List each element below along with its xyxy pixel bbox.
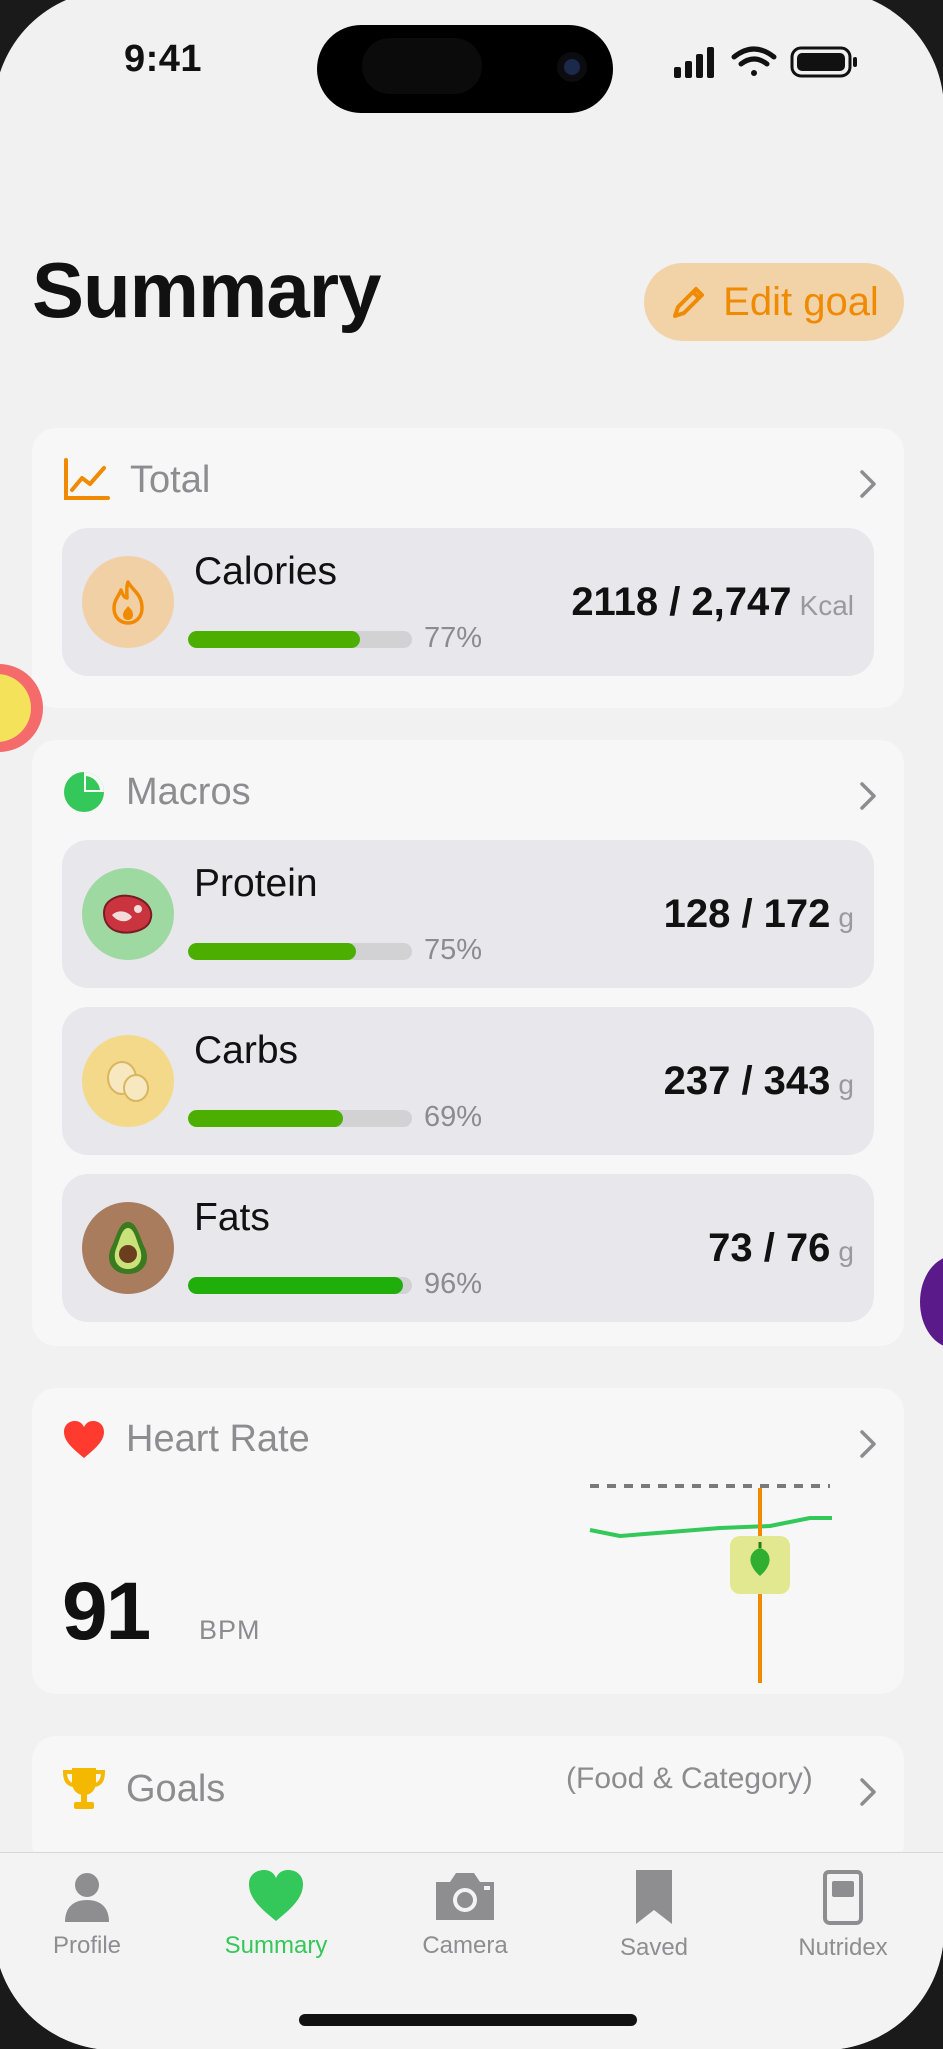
line-chart-icon [64,458,110,500]
total-title: Total [130,458,211,501]
calories-progress-fill [188,631,361,648]
protein-avatar [82,868,174,960]
carbs-row[interactable]: Carbs 69% 237 / 343 g [62,1007,874,1155]
page-title: Summary [32,246,381,334]
fats-avatar [82,1202,174,1294]
carbs-unit: g [838,1069,854,1100]
protein-value-group: 128 / 172 g [664,892,854,937]
floating-grape-icon [920,1258,943,1346]
floating-avocado-icon [0,664,43,752]
heart-rate-unit: BPM [199,1615,261,1645]
calories-unit: Kcal [799,590,854,621]
carbs-label: Carbs [194,1029,299,1072]
goals-header: Goals [62,1766,225,1812]
fats-unit: g [838,1236,854,1267]
carbs-value: 237 / 343 [663,1059,831,1103]
fats-label: Fats [194,1196,270,1239]
fats-progress [188,1277,412,1294]
tab-camera-label: Camera [422,1932,508,1959]
calories-percent: 77% [424,622,483,654]
tab-nutridex-label: Nutridex [798,1934,888,1961]
potato-icon [107,1061,149,1102]
tab-camera[interactable]: Camera [390,1868,540,1960]
goals-subtitle: (Food & Category) [566,1762,813,1795]
tab-saved-label: Saved [619,1934,689,1961]
wifi-icon [731,46,777,76]
calories-value: 2118 / 2,747 [571,580,792,624]
protein-progress [188,943,412,960]
device-icon [823,1870,863,1925]
chevron-right-icon[interactable] [858,1428,878,1460]
chevron-right-icon[interactable] [858,1776,878,1808]
status-icons [674,46,857,78]
status-time: 9:41 [124,38,203,80]
tab-profile-label: Profile [52,1932,122,1959]
protein-unit: g [838,902,854,933]
goals-card[interactable]: Goals [32,1736,904,1866]
trophy-icon [62,1768,106,1809]
protein-progress-fill [188,943,356,960]
edit-goal-button[interactable]: Edit goal [644,263,904,341]
heart-rate-header: Heart Rate [62,1418,310,1461]
fats-value: 73 / 76 [708,1226,831,1270]
protein-row[interactable]: Protein 75% 128 / 172 g [62,840,874,988]
island-sensor [362,38,482,94]
total-card[interactable]: Total Calories 77% 2118 / 2,747 Kcal [32,428,904,708]
macros-card-header: Macros [62,770,251,814]
carbs-progress [188,1110,412,1127]
calories-row[interactable]: Calories 77% 2118 / 2,747 Kcal [62,528,874,676]
phone-screen: 9:41 Summary Edit goal Total Calories 77… [0,0,943,2049]
carbs-percent: 69% [424,1101,483,1133]
carbs-progress-fill [188,1110,343,1127]
fats-progress-fill [188,1277,404,1294]
battery-icon [790,46,857,78]
fats-value-group: 73 / 76 g [708,1226,854,1271]
total-card-header: Total [62,458,210,502]
heart-rate-sparkline [589,1484,832,1683]
calories-value-group: 2118 / 2,747 Kcal [571,580,854,625]
heart-rate-line [589,1516,832,1538]
carbs-value-group: 237 / 343 g [664,1059,854,1104]
heart-rate-value: 91 [62,1566,151,1657]
macros-card[interactable]: Macros Protein 75% 128 / 172 g Carbs 69%… [32,740,904,1346]
pie-chart-icon [64,772,104,812]
heart-icon [64,1420,104,1458]
goals-title: Goals [126,1767,226,1810]
steak-icon [102,894,153,934]
edit-goal-label: Edit goal [723,279,879,324]
heart-icon [249,1870,303,1921]
tab-nutridex[interactable]: Nutridex [768,1868,918,1962]
tab-profile[interactable]: Profile [12,1868,162,1960]
home-indicator[interactable] [299,2014,637,2026]
tab-summary-label: Summary [224,1932,328,1959]
camera-icon [436,1873,494,1920]
heart-rate-card[interactable]: Heart Rate [32,1388,904,1694]
protein-value: 128 / 172 [663,892,831,936]
tab-saved[interactable]: Saved [579,1868,729,1962]
calories-label: Calories [194,550,338,593]
pencil-icon [673,287,705,318]
heart-rate-title: Heart Rate [126,1418,310,1460]
bookmark-icon [636,1870,672,1924]
chevron-right-icon[interactable] [858,780,878,812]
chevron-right-icon[interactable] [858,468,878,500]
protein-percent: 75% [424,934,483,966]
signal-icon [674,47,714,78]
calories-progress [188,631,412,648]
fats-percent: 96% [424,1268,483,1300]
calories-avatar [82,556,174,648]
flame-icon [112,580,144,625]
person-icon [65,1873,109,1922]
macros-title: Macros [126,770,251,813]
avocado-icon [108,1222,148,1274]
front-camera [557,52,587,82]
carbs-avatar [82,1035,174,1127]
fats-row[interactable]: Fats 96% 73 / 76 g [62,1174,874,1322]
protein-label: Protein [194,862,318,905]
tab-summary[interactable]: Summary [201,1868,351,1960]
